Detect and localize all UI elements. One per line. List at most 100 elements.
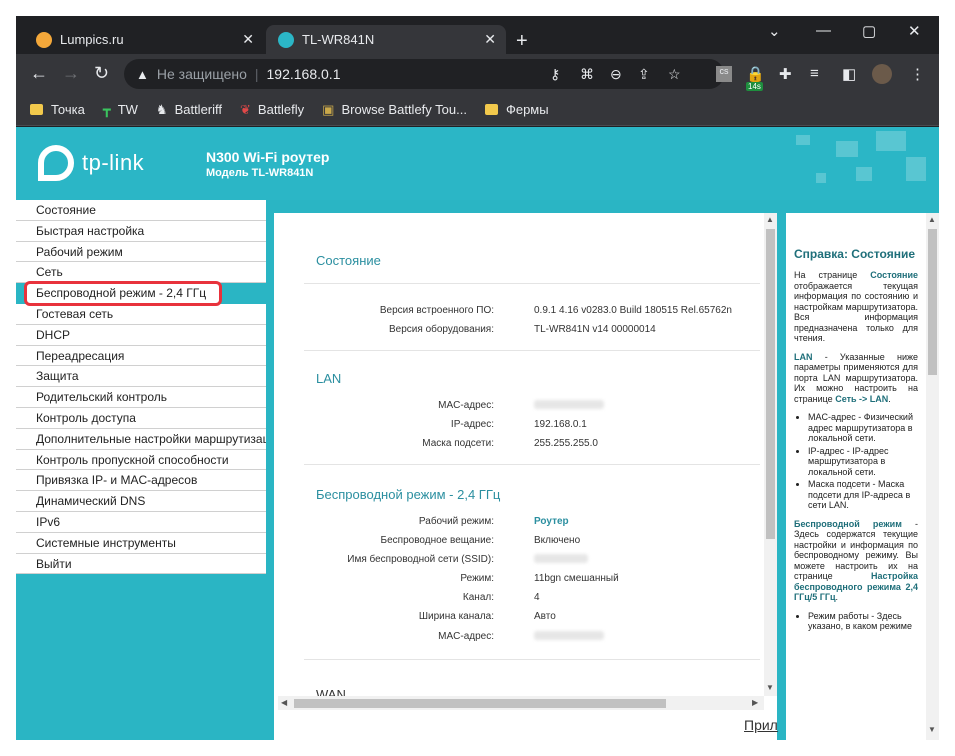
tab-search-icon[interactable]: ⌄ [768,22,781,40]
help-link-network-lan[interactable]: Сеть -> LAN [835,394,888,404]
menu-item-ip-mac-binding[interactable]: Привязка IP- и MAC-адресов [16,470,266,492]
reload-button[interactable]: ↻ [94,63,109,84]
bookmark-tw[interactable]: ┳ TW [103,102,138,118]
divider [304,350,760,351]
help-link-lan[interactable]: LAN [794,352,813,362]
broadcast-value: Включено [534,535,581,546]
bookmark-battlefly[interactable]: ❦ Battlefly [240,102,304,118]
scroll-up-icon[interactable]: ▲ [928,215,936,224]
translate-icon[interactable]: ⌘ [580,66,594,83]
tplink-logo: tp-link [38,145,144,181]
menu-item-ipv6[interactable]: IPv6 [16,511,266,533]
scroll-right-icon[interactable]: ▶ [752,698,758,707]
menu-item-system-tools[interactable]: Системные инструменты [16,532,266,554]
close-tab-icon[interactable]: ✕ [484,31,496,48]
wireless-mac-value-blurred [534,631,604,643]
tab-tl-wr841n[interactable]: TL-WR841N ✕ [266,25,506,54]
content-vertical-scrollbar[interactable]: ▲ ▼ [764,213,777,696]
battlefy-icon: ▣ [322,101,335,117]
menu-item-status[interactable]: Состояние [16,200,266,221]
reading-list-icon[interactable]: ≡ [810,65,819,82]
scroll-up-icon[interactable]: ▲ [766,215,774,224]
extension-badge: 14s [746,82,763,91]
menu-item-guest-network[interactable]: Гостевая сеть [16,303,266,325]
close-window-button[interactable]: ✕ [908,22,921,40]
extension-timer-icon[interactable]: 🔒 [746,65,765,83]
menu-item-security[interactable]: Защита [16,366,266,388]
scrollbar-thumb[interactable] [294,699,666,708]
back-button[interactable]: ← [30,63,48,84]
bookmarks-bar: Точка ┳ TW ♞ Battleriff ❦ Battlefly ▣ Browse… [16,94,939,126]
menu-item-bandwidth-control[interactable]: Контроль пропускной способности [16,449,266,471]
extension-cs-icon[interactable]: cs [716,66,732,82]
key-icon[interactable]: ⚷ [550,66,560,83]
bottom-link[interactable]: Прил [744,717,778,733]
url-text[interactable]: 192.168.0.1 [267,66,341,82]
close-tab-icon[interactable]: ✕ [242,31,254,48]
bookmark-fermy[interactable]: Фермы [484,102,549,117]
help-text: . [888,393,891,404]
menu-item-ddns[interactable]: Динамический DNS [16,491,266,512]
side-panel-icon[interactable]: ◧ [842,65,856,83]
channel-width-value: Авто [534,611,556,622]
bookmark-star-icon[interactable]: ☆ [668,66,681,83]
maximize-button[interactable]: ▢ [862,22,876,40]
bookmark-label: Фермы [505,102,549,117]
menu-item-quick-setup[interactable]: Быстрая настройка [16,220,266,242]
menu-item-advanced-routing[interactable]: Дополнительные настройки маршрутизации [16,428,266,450]
profile-avatar[interactable] [872,64,892,84]
netmode-value: 11bgn смешанный [534,573,619,584]
menu-item-forwarding[interactable]: Переадресация [16,345,266,367]
extensions-puzzle-icon[interactable]: ✚ [779,65,792,83]
help-list-item: MAC-адрес - Физический адрес маршрутизат… [808,412,918,444]
scroll-left-icon[interactable]: ◀ [281,698,287,707]
help-list-wireless: Режим работы - Здесь указано, в каком ре… [808,611,918,632]
folder-icon [484,104,498,115]
lan-mask-label: Маска подсети: [422,438,494,449]
bookmark-label: Точка [51,102,85,117]
ssid-value-blurred [534,554,588,566]
help-text: отображается текущая информация по состо… [794,280,918,344]
menu-item-access-control[interactable]: Контроль доступа [16,407,266,429]
tab-strip: Lumpics.ru ✕ TL-WR841N ✕ + ⌄ — ▢ ✕ [16,16,939,54]
menu-kebab-icon[interactable]: ⋮ [910,65,925,83]
warning-icon: ▲ [136,66,149,82]
menu-item-wireless-24[interactable]: Беспроводной режим - 2,4 ГГц [24,281,222,306]
menu-item-dhcp[interactable]: DHCP [16,324,266,346]
scroll-down-icon[interactable]: ▼ [928,725,936,734]
scroll-down-icon[interactable]: ▼ [766,683,774,692]
lan-mac-value-blurred [534,400,604,412]
forward-button[interactable]: → [62,63,80,84]
zoom-icon[interactable]: ⊖ [610,66,622,83]
help-list-item: Режим работы - Здесь указано, в каком ре… [808,611,918,632]
help-list-lan: MAC-адрес - Физический адрес маршрутизат… [808,412,918,511]
help-paragraph-lan: LAN - Указанные ниже параметры применяют… [794,352,918,405]
security-status: Не защищено [156,66,247,82]
new-tab-button[interactable]: + [516,30,528,53]
help-list-item: IP-адрес - IP-адрес маршрутизатора в лок… [808,446,918,478]
content-horizontal-scrollbar[interactable]: ◀ ▶ [278,696,764,710]
tw-icon: ┳ [102,101,111,117]
scrollbar-thumb[interactable] [928,229,937,375]
scrollbar-thumb[interactable] [766,229,775,539]
help-vertical-scrollbar[interactable]: ▲ ▼ [926,213,939,740]
bookmark-tochka[interactable]: Точка [30,102,85,117]
bookmark-battlefy[interactable]: ▣ Browse Battlefy Tou... [322,102,467,118]
share-icon[interactable]: ⇪ [638,66,650,83]
lumpics-favicon-icon [36,31,52,48]
battleriff-icon: ♞ [155,101,168,117]
bookmark-label: Battleriff [174,102,223,117]
menu-item-logout[interactable]: Выйти [16,553,266,575]
menu-item-operation-mode[interactable]: Рабочий режим [16,241,266,263]
bookmark-battleriff[interactable]: ♞ Battleriff [156,102,222,118]
help-link-wireless[interactable]: Беспроводной режим [794,519,902,529]
section-title-wireless: Беспроводной режим - 2,4 ГГц [316,487,501,502]
tab-lumpics[interactable]: Lumpics.ru ✕ [24,25,264,54]
menu-item-parental-control[interactable]: Родительский контроль [16,387,266,408]
router-header: tp-link N300 Wi-Fi роутер Модель TL-WR84… [16,127,939,200]
help-link-status[interactable]: Состояние [870,270,918,280]
menu-item-network[interactable]: Сеть [16,262,266,284]
router-menu: Состояние Быстрая настройка Рабочий режи… [16,200,266,575]
minimize-button[interactable]: — [816,22,831,39]
address-bar[interactable]: ▲ Не защищено | 192.168.0.1 [124,59,724,89]
